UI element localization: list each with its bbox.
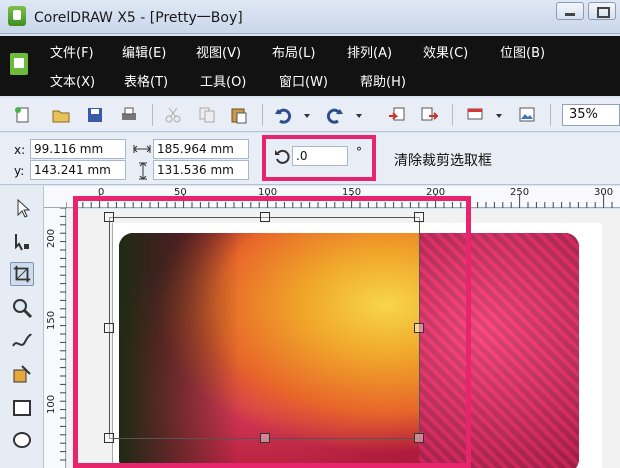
shape-tool-icon[interactable]	[10, 230, 34, 254]
zoom-level-field[interactable]: 35%	[562, 104, 620, 126]
height-icon	[139, 162, 147, 180]
coreldraw-window: CorelDRAW X5 - [Pretty一Boy] 文件(F) 编辑(E) …	[0, 0, 620, 468]
rectangle-tool-icon[interactable]	[10, 396, 34, 420]
paste-icon[interactable]	[230, 106, 248, 124]
menu-table[interactable]: 表格(T)	[124, 71, 168, 90]
coreldraw-app-icon	[8, 6, 26, 26]
degree-symbol: °	[356, 145, 362, 159]
y-label: y:	[14, 164, 25, 178]
import-icon[interactable]	[388, 106, 406, 124]
freehand-tool-icon[interactable]	[10, 330, 34, 354]
menu-help[interactable]: 帮助(H)	[360, 71, 406, 90]
menu-window[interactable]: 窗口(W)	[279, 71, 328, 90]
y-position-field[interactable]: 143.241 mm	[30, 160, 126, 180]
menu-view[interactable]: 视图(V)	[196, 42, 241, 61]
window-title: CorelDRAW X5 - [Pretty一Boy]	[34, 10, 243, 26]
clear-crop-marquee-button[interactable]: 清除裁剪选取框	[394, 150, 492, 170]
new-document-icon[interactable]	[14, 106, 32, 124]
crop-highlight-frame	[73, 196, 471, 468]
standard-toolbar: 35%	[0, 98, 620, 132]
menu-edit[interactable]: 编辑(E)	[122, 42, 166, 61]
redo-dropdown-icon[interactable]	[354, 106, 364, 124]
export-icon[interactable]	[420, 106, 438, 124]
v-ruler-label: 200	[46, 228, 57, 248]
x-label: x:	[14, 143, 26, 157]
x-position-field[interactable]: 99.116 mm	[30, 139, 126, 159]
v-ruler-label: 150	[46, 310, 57, 330]
save-icon[interactable]	[86, 106, 104, 124]
rotation-icon	[275, 149, 290, 164]
rotation-angle-field[interactable]: .0	[292, 146, 348, 166]
pick-tool-icon[interactable]	[10, 196, 34, 220]
menu-file[interactable]: 文件(F)	[50, 42, 94, 61]
open-folder-icon[interactable]	[52, 106, 70, 124]
undo-dropdown-icon[interactable]	[302, 106, 312, 124]
menu-bitmaps[interactable]: 位图(B)	[500, 42, 545, 61]
zoom-tool-icon[interactable]	[10, 296, 34, 320]
menu-tools[interactable]: 工具(O)	[200, 71, 246, 90]
document-icon[interactable]	[10, 53, 28, 75]
application-launcher-icon[interactable]	[466, 106, 484, 124]
width-field[interactable]: 185.964 mm	[153, 139, 249, 159]
launcher-dropdown-icon[interactable]	[494, 106, 504, 124]
cut-icon[interactable]	[164, 106, 182, 124]
maximize-button[interactable]	[588, 2, 616, 20]
welcome-screen-icon[interactable]	[518, 106, 536, 124]
smart-fill-tool-icon[interactable]	[10, 362, 34, 386]
menu-bar: 文件(F) 编辑(E) 视图(V) 布局(L) 排列(A) 效果(C) 位图(B…	[0, 36, 620, 96]
property-bar: x: 99.116 mm y: 143.241 mm 185.964 mm 13…	[0, 133, 620, 185]
menu-text[interactable]: 文本(X)	[50, 71, 95, 90]
v-ruler-label: 100	[46, 394, 57, 414]
toolbar-separator	[550, 104, 551, 126]
menu-effects[interactable]: 效果(C)	[423, 42, 468, 61]
toolbar-separator	[452, 104, 453, 126]
vertical-ruler[interactable]: 200 150 100	[44, 208, 66, 468]
height-field[interactable]: 131.536 mm	[153, 160, 249, 180]
toolbar-separator	[152, 104, 153, 126]
minimize-button[interactable]	[556, 2, 584, 20]
toolbox	[0, 186, 44, 468]
h-ruler-label: 250	[510, 187, 530, 198]
menu-layout[interactable]: 布局(L)	[272, 42, 315, 61]
crop-tool-icon[interactable]	[10, 262, 34, 286]
print-icon[interactable]	[120, 106, 138, 124]
undo-icon[interactable]	[274, 106, 292, 124]
title-bar: CorelDRAW X5 - [Pretty一Boy]	[0, 0, 620, 34]
h-ruler-label: 300	[594, 187, 614, 198]
redo-icon[interactable]	[326, 106, 344, 124]
copy-icon[interactable]	[198, 106, 216, 124]
menu-arrange[interactable]: 排列(A)	[347, 42, 392, 61]
toolbar-separator	[262, 104, 263, 126]
ellipse-tool-icon[interactable]	[10, 428, 34, 452]
width-icon	[133, 145, 151, 153]
